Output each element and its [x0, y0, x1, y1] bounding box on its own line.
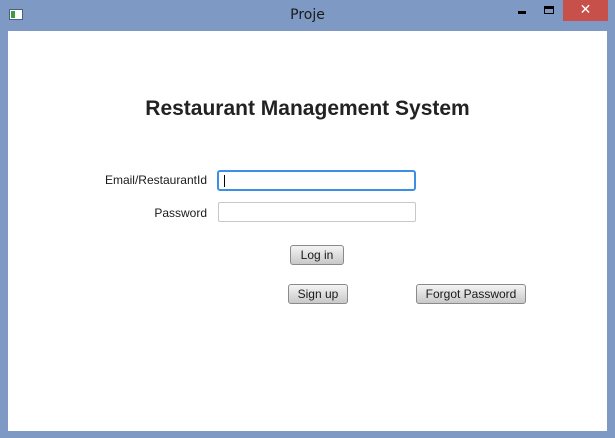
login-panel: Restaurant Management System Email/Resta… [8, 31, 607, 431]
text-caret [224, 175, 225, 187]
login-button[interactable]: Log in [290, 245, 344, 265]
title-bar[interactable]: Proje ✕ [0, 0, 615, 31]
application-window: Proje ✕ Restaurant Management System Ema… [0, 0, 615, 438]
forgot-password-button[interactable]: Forgot Password [416, 284, 526, 304]
password-field[interactable] [218, 202, 416, 222]
signup-button[interactable]: Sign up [288, 284, 348, 304]
close-icon: ✕ [579, 2, 592, 18]
email-label: Email/RestaurantId [104, 173, 207, 187]
minimize-icon [518, 11, 526, 14]
close-button[interactable]: ✕ [563, 0, 608, 21]
page-title: Restaurant Management System [145, 97, 470, 120]
password-label: Password [154, 206, 207, 220]
maximize-button[interactable] [536, 0, 562, 21]
maximize-icon [544, 6, 554, 14]
minimize-button[interactable] [509, 0, 535, 21]
email-field[interactable] [217, 170, 416, 191]
